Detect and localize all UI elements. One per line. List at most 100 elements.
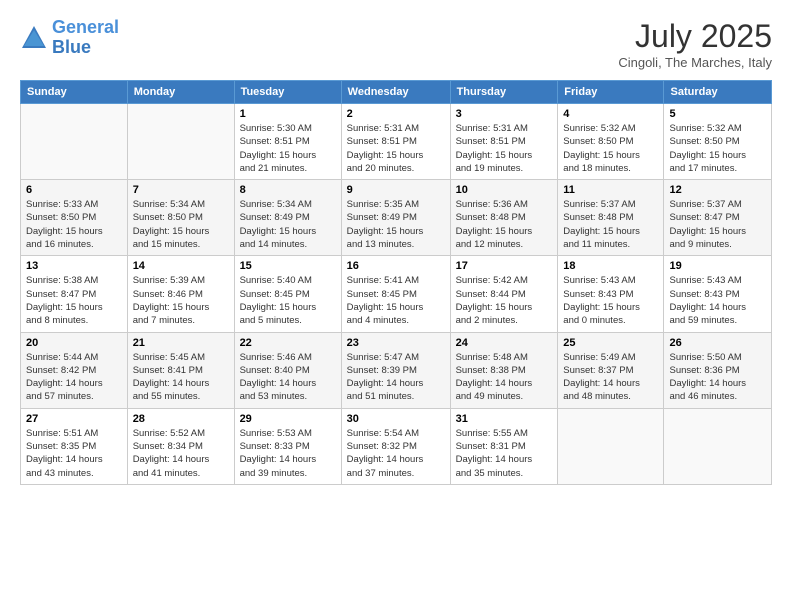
day-info: Sunrise: 5:46 AMSunset: 8:40 PMDaylight:… bbox=[240, 351, 336, 404]
day-number: 22 bbox=[240, 337, 336, 349]
col-thursday: Thursday bbox=[450, 81, 558, 104]
day-number: 13 bbox=[26, 260, 122, 272]
day-info: Sunrise: 5:31 AMSunset: 8:51 PMDaylight:… bbox=[456, 122, 553, 175]
logo-text: General Blue bbox=[52, 18, 119, 58]
day-number: 19 bbox=[669, 260, 766, 272]
calendar-week-1: 6 Sunrise: 5:33 AMSunset: 8:50 PMDaylight… bbox=[21, 180, 772, 256]
calendar-cell: 1 Sunrise: 5:30 AMSunset: 8:51 PMDaylight… bbox=[234, 104, 341, 180]
col-sunday: Sunday bbox=[21, 81, 128, 104]
calendar-cell: 11 Sunrise: 5:37 AMSunset: 8:48 PMDayligh… bbox=[558, 180, 664, 256]
day-number: 1 bbox=[240, 108, 336, 120]
day-info: Sunrise: 5:39 AMSunset: 8:46 PMDaylight:… bbox=[133, 274, 229, 327]
day-number: 25 bbox=[563, 337, 658, 349]
page: General Blue July 2025 Cingoli, The Marc… bbox=[0, 0, 792, 612]
calendar-cell: 26Sunrise: 5:50 AMSunset: 8:36 PMDayligh… bbox=[664, 332, 772, 408]
day-number: 8 bbox=[240, 184, 336, 196]
header-row: Sunday Monday Tuesday Wednesday Thursday… bbox=[21, 81, 772, 104]
day-number: 29 bbox=[240, 413, 336, 425]
calendar-cell: 24 Sunrise: 5:48 AMSunset: 8:38 PMDayligh… bbox=[450, 332, 558, 408]
day-info: Sunrise: 5:48 AMSunset: 8:38 PMDaylight:… bbox=[456, 351, 553, 404]
calendar-cell: 2Sunrise: 5:31 AMSunset: 8:51 PMDaylight… bbox=[341, 104, 450, 180]
day-info: Sunrise: 5:31 AMSunset: 8:51 PMDaylight:… bbox=[347, 122, 445, 175]
day-info: Sunrise: 5:33 AMSunset: 8:50 PMDaylight:… bbox=[26, 198, 122, 251]
day-info: Sunrise: 5:42 AMSunset: 8:44 PMDaylight:… bbox=[456, 274, 553, 327]
calendar-week-2: 13 Sunrise: 5:38 AMSunset: 8:47 PMDayligh… bbox=[21, 256, 772, 332]
day-number: 23 bbox=[347, 337, 445, 349]
calendar-cell: 31 Sunrise: 5:55 AMSunset: 8:31 PMDayligh… bbox=[450, 408, 558, 484]
calendar-cell: 23 Sunrise: 5:47 AMSunset: 8:39 PMDayligh… bbox=[341, 332, 450, 408]
day-number: 6 bbox=[26, 184, 122, 196]
day-number: 14 bbox=[133, 260, 229, 272]
day-info: Sunrise: 5:38 AMSunset: 8:47 PMDaylight:… bbox=[26, 274, 122, 327]
day-info: Sunrise: 5:36 AMSunset: 8:48 PMDaylight:… bbox=[456, 198, 553, 251]
calendar-cell: 7 Sunrise: 5:34 AMSunset: 8:50 PMDaylight… bbox=[127, 180, 234, 256]
calendar-cell: 8 Sunrise: 5:34 AMSunset: 8:49 PMDaylight… bbox=[234, 180, 341, 256]
calendar-cell bbox=[664, 408, 772, 484]
calendar-cell: 3Sunrise: 5:31 AMSunset: 8:51 PMDaylight… bbox=[450, 104, 558, 180]
day-number: 10 bbox=[456, 184, 553, 196]
location-subtitle: Cingoli, The Marches, Italy bbox=[618, 55, 772, 70]
col-saturday: Saturday bbox=[664, 81, 772, 104]
calendar-cell bbox=[127, 104, 234, 180]
col-wednesday: Wednesday bbox=[341, 81, 450, 104]
calendar-cell: 19 Sunrise: 5:43 AMSunset: 8:43 PMDayligh… bbox=[664, 256, 772, 332]
calendar-cell: 30Sunrise: 5:54 AMSunset: 8:32 PMDayligh… bbox=[341, 408, 450, 484]
day-info: Sunrise: 5:32 AMSunset: 8:50 PMDaylight:… bbox=[669, 122, 766, 175]
day-info: Sunrise: 5:37 AMSunset: 8:48 PMDaylight:… bbox=[563, 198, 658, 251]
calendar-table: Sunday Monday Tuesday Wednesday Thursday… bbox=[20, 80, 772, 485]
calendar-cell: 13 Sunrise: 5:38 AMSunset: 8:47 PMDayligh… bbox=[21, 256, 128, 332]
calendar-cell: 17Sunrise: 5:42 AMSunset: 8:44 PMDayligh… bbox=[450, 256, 558, 332]
month-title: July 2025 bbox=[618, 18, 772, 55]
calendar-cell: 27 Sunrise: 5:51 AMSunset: 8:35 PMDayligh… bbox=[21, 408, 128, 484]
col-tuesday: Tuesday bbox=[234, 81, 341, 104]
day-number: 21 bbox=[133, 337, 229, 349]
day-number: 20 bbox=[26, 337, 122, 349]
day-number: 16 bbox=[347, 260, 445, 272]
calendar-cell: 4Sunrise: 5:32 AMSunset: 8:50 PMDaylight… bbox=[558, 104, 664, 180]
day-number: 15 bbox=[240, 260, 336, 272]
day-number: 9 bbox=[347, 184, 445, 196]
day-info: Sunrise: 5:47 AMSunset: 8:39 PMDaylight:… bbox=[347, 351, 445, 404]
calendar-week-0: 1 Sunrise: 5:30 AMSunset: 8:51 PMDaylight… bbox=[21, 104, 772, 180]
day-info: Sunrise: 5:53 AMSunset: 8:33 PMDaylight:… bbox=[240, 427, 336, 480]
day-info: Sunrise: 5:34 AMSunset: 8:49 PMDaylight:… bbox=[240, 198, 336, 251]
calendar-cell: 25 Sunrise: 5:49 AMSunset: 8:37 PMDayligh… bbox=[558, 332, 664, 408]
day-number: 24 bbox=[456, 337, 553, 349]
calendar-week-3: 20Sunrise: 5:44 AMSunset: 8:42 PMDayligh… bbox=[21, 332, 772, 408]
day-info: Sunrise: 5:49 AMSunset: 8:37 PMDaylight:… bbox=[563, 351, 658, 404]
calendar-cell: 15 Sunrise: 5:40 AMSunset: 8:45 PMDayligh… bbox=[234, 256, 341, 332]
day-number: 31 bbox=[456, 413, 553, 425]
calendar-cell: 20Sunrise: 5:44 AMSunset: 8:42 PMDayligh… bbox=[21, 332, 128, 408]
day-number: 5 bbox=[669, 108, 766, 120]
day-info: Sunrise: 5:54 AMSunset: 8:32 PMDaylight:… bbox=[347, 427, 445, 480]
col-friday: Friday bbox=[558, 81, 664, 104]
day-number: 28 bbox=[133, 413, 229, 425]
col-monday: Monday bbox=[127, 81, 234, 104]
calendar-cell: 9 Sunrise: 5:35 AMSunset: 8:49 PMDaylight… bbox=[341, 180, 450, 256]
day-info: Sunrise: 5:43 AMSunset: 8:43 PMDaylight:… bbox=[669, 274, 766, 327]
day-info: Sunrise: 5:34 AMSunset: 8:50 PMDaylight:… bbox=[133, 198, 229, 251]
day-number: 4 bbox=[563, 108, 658, 120]
day-info: Sunrise: 5:55 AMSunset: 8:31 PMDaylight:… bbox=[456, 427, 553, 480]
day-info: Sunrise: 5:45 AMSunset: 8:41 PMDaylight:… bbox=[133, 351, 229, 404]
calendar-week-4: 27 Sunrise: 5:51 AMSunset: 8:35 PMDayligh… bbox=[21, 408, 772, 484]
calendar-cell: 16 Sunrise: 5:41 AMSunset: 8:45 PMDayligh… bbox=[341, 256, 450, 332]
calendar-cell bbox=[21, 104, 128, 180]
day-info: Sunrise: 5:30 AMSunset: 8:51 PMDaylight:… bbox=[240, 122, 336, 175]
day-info: Sunrise: 5:51 AMSunset: 8:35 PMDaylight:… bbox=[26, 427, 122, 480]
day-info: Sunrise: 5:43 AMSunset: 8:43 PMDaylight:… bbox=[563, 274, 658, 327]
logo-icon bbox=[20, 24, 48, 52]
calendar-cell bbox=[558, 408, 664, 484]
day-number: 11 bbox=[563, 184, 658, 196]
day-info: Sunrise: 5:40 AMSunset: 8:45 PMDaylight:… bbox=[240, 274, 336, 327]
day-number: 27 bbox=[26, 413, 122, 425]
day-info: Sunrise: 5:35 AMSunset: 8:49 PMDaylight:… bbox=[347, 198, 445, 251]
day-info: Sunrise: 5:50 AMSunset: 8:36 PMDaylight:… bbox=[669, 351, 766, 404]
calendar-cell: 22 Sunrise: 5:46 AMSunset: 8:40 PMDayligh… bbox=[234, 332, 341, 408]
day-info: Sunrise: 5:52 AMSunset: 8:34 PMDaylight:… bbox=[133, 427, 229, 480]
calendar-cell: 6 Sunrise: 5:33 AMSunset: 8:50 PMDaylight… bbox=[21, 180, 128, 256]
day-info: Sunrise: 5:41 AMSunset: 8:45 PMDaylight:… bbox=[347, 274, 445, 327]
calendar-cell: 28 Sunrise: 5:52 AMSunset: 8:34 PMDayligh… bbox=[127, 408, 234, 484]
day-number: 7 bbox=[133, 184, 229, 196]
calendar-cell: 29 Sunrise: 5:53 AMSunset: 8:33 PMDayligh… bbox=[234, 408, 341, 484]
